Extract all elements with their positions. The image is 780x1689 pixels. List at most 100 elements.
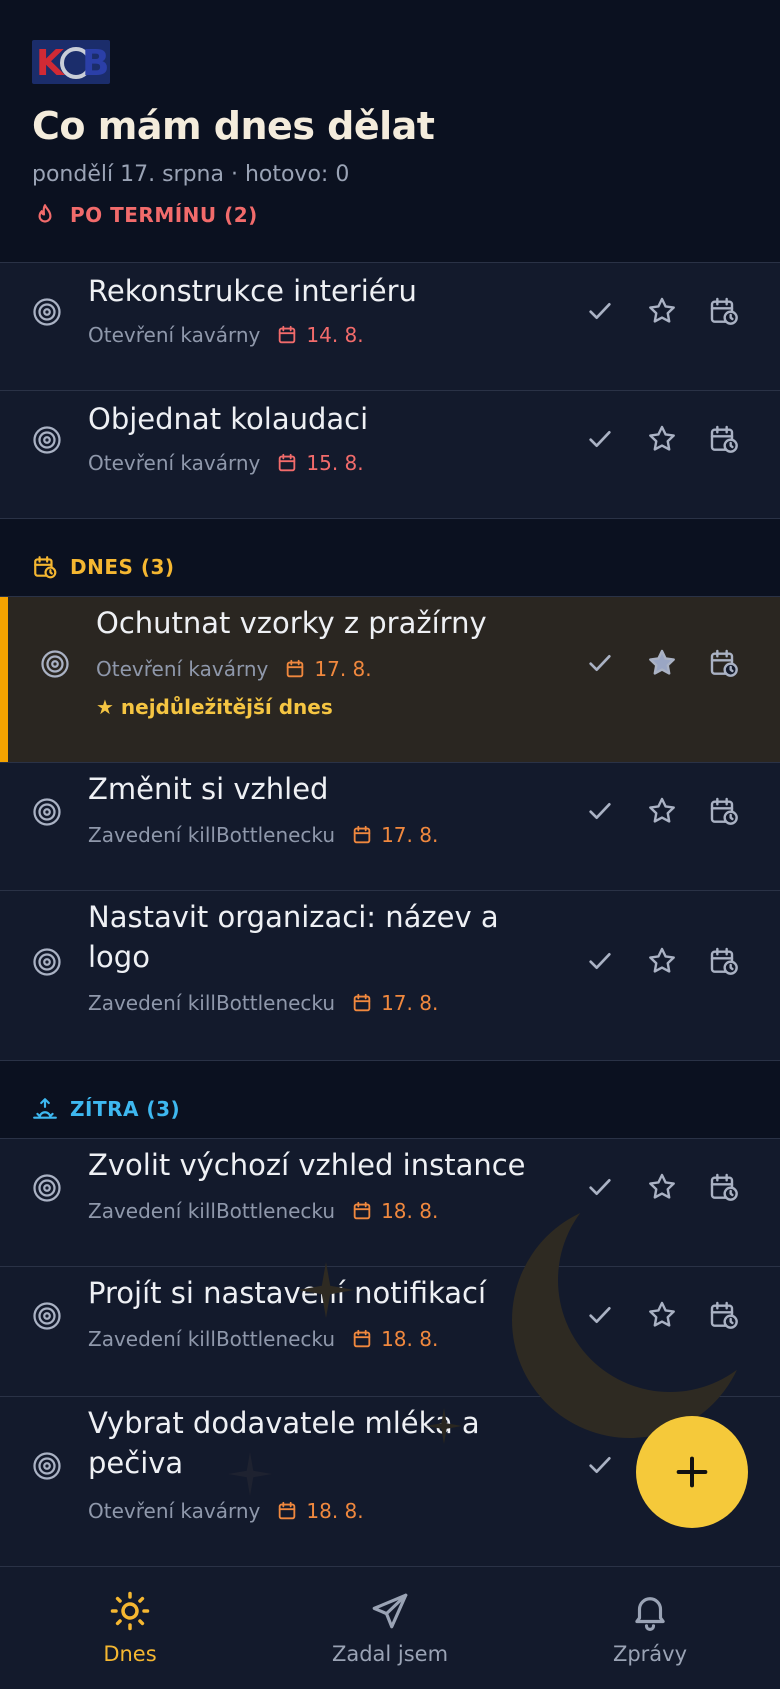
task-row[interactable]: Projít si nastavení notifikací Zavedení … <box>0 1266 780 1397</box>
task-date: 17. 8. <box>351 991 438 1015</box>
priority-note: ★ nejdůležitější dnes <box>96 695 333 719</box>
calendar-clock-icon <box>710 797 738 825</box>
calendar-clock-icon <box>710 425 738 453</box>
task-title[interactable]: Ochutnat vzorky z pražírny <box>96 603 546 643</box>
task-actions <box>584 423 740 455</box>
target-icon <box>32 425 62 455</box>
target-icon <box>32 1301 62 1331</box>
section-header-tomorrow: ZÍTRA (3) <box>32 1096 180 1122</box>
reschedule-button[interactable] <box>708 1299 740 1331</box>
star-button[interactable] <box>646 647 678 679</box>
calendar-icon <box>279 453 296 472</box>
check-icon <box>589 1179 611 1195</box>
reschedule-button[interactable] <box>708 647 740 679</box>
send-icon <box>372 1593 408 1629</box>
check-icon <box>589 431 611 447</box>
bottom-navigation: Dnes Zadal jsem Zprávy <box>0 1566 780 1689</box>
target-icon <box>32 1451 62 1481</box>
sun-icon <box>110 1591 150 1631</box>
task-row[interactable]: Změnit si vzhled Zavedení killBottleneck… <box>0 762 780 891</box>
task-title[interactable]: Nastavit organizaci: název a logo <box>88 897 538 977</box>
task-row[interactable]: Ochutnat vzorky z pražírny Otevření kavá… <box>0 596 780 763</box>
complete-button[interactable] <box>584 423 616 455</box>
task-date: 18. 8. <box>351 1327 438 1351</box>
reschedule-button[interactable] <box>708 1171 740 1203</box>
reschedule-button[interactable] <box>708 945 740 977</box>
star-button[interactable] <box>646 1299 678 1331</box>
target-icon <box>33 798 61 826</box>
calendar-clock-icon <box>710 649 738 677</box>
task-row[interactable]: Rekonstrukce interiéru Otevření kavárny … <box>0 262 780 391</box>
fire-icon <box>38 204 52 223</box>
target-icon <box>33 948 61 976</box>
section-divider <box>0 1060 780 1061</box>
check-icon <box>589 803 611 819</box>
check-icon <box>589 1457 611 1473</box>
calendar-icon <box>353 1201 371 1220</box>
app-logo: K B <box>32 40 110 84</box>
reschedule-button[interactable] <box>708 295 740 327</box>
task-project: Otevření kavárny <box>88 1499 261 1523</box>
bell-icon <box>635 1597 665 1631</box>
target-icon <box>33 298 61 326</box>
task-title[interactable]: Objednat kolaudaci <box>88 399 538 439</box>
star-icon <box>649 425 675 451</box>
star-button[interactable] <box>646 423 678 455</box>
task-actions <box>584 295 740 327</box>
task-meta: Zavedení killBottlenecku 17. 8. <box>88 823 438 847</box>
target-icon <box>40 649 70 679</box>
target-icon <box>33 1452 61 1480</box>
task-meta: Zavedení killBottlenecku 18. 8. <box>88 1327 438 1351</box>
complete-button[interactable] <box>584 795 616 827</box>
task-title[interactable]: Rekonstrukce interiéru <box>88 271 538 311</box>
target-icon <box>33 426 61 454</box>
calendar-clock-icon <box>34 556 57 579</box>
complete-button[interactable] <box>584 1171 616 1203</box>
task-project: Zavedení killBottlenecku <box>88 1327 336 1351</box>
calendar-clock-icon <box>710 1301 738 1329</box>
task-row[interactable]: Nastavit organizaci: název a logo Zavede… <box>0 890 780 1061</box>
task-title[interactable]: Zvolit výchozí vzhled instance <box>88 1145 538 1185</box>
task-project: Otevření kavárny <box>88 451 261 475</box>
add-task-button[interactable] <box>636 1416 748 1528</box>
star-button[interactable] <box>646 945 678 977</box>
complete-button[interactable] <box>584 945 616 977</box>
star-button[interactable] <box>646 795 678 827</box>
task-actions <box>584 795 740 827</box>
nav-messages[interactable]: Zprávy <box>520 1567 780 1689</box>
complete-button[interactable] <box>584 1449 616 1481</box>
task-date: 15. 8. <box>276 451 364 475</box>
section-header-today: DNES (3) <box>32 554 175 580</box>
task-date: 14. 8. <box>276 323 364 347</box>
calendar-icon <box>287 659 304 678</box>
complete-button[interactable] <box>584 295 616 327</box>
star-button[interactable] <box>646 1171 678 1203</box>
task-title[interactable]: Vybrat dodavatele mléka a pečiva <box>88 1403 538 1483</box>
task-date: 18. 8. <box>351 1199 438 1223</box>
reschedule-button[interactable] <box>708 423 740 455</box>
complete-button[interactable] <box>584 647 616 679</box>
task-actions <box>584 1299 740 1331</box>
page-title: Co mám dnes dělat <box>32 104 435 148</box>
task-row[interactable]: Zvolit výchozí vzhled instance Zavedení … <box>0 1138 780 1267</box>
reschedule-button[interactable] <box>708 795 740 827</box>
check-icon <box>589 953 611 969</box>
task-actions <box>584 647 740 679</box>
star-icon <box>649 797 675 823</box>
target-icon <box>32 1173 62 1203</box>
star-button[interactable] <box>646 295 678 327</box>
calendar-icon <box>353 993 371 1012</box>
task-row[interactable]: Objednat kolaudaci Otevření kavárny 15. … <box>0 390 780 519</box>
complete-button[interactable] <box>584 1299 616 1331</box>
calendar-icon <box>353 1329 371 1348</box>
target-icon <box>32 297 62 327</box>
calendar-icon <box>279 325 296 344</box>
calendar-clock-icon <box>710 1173 738 1201</box>
task-date: 17. 8. <box>351 823 438 847</box>
nav-today[interactable]: Dnes <box>0 1567 260 1689</box>
target-icon <box>32 797 62 827</box>
task-title[interactable]: Změnit si vzhled <box>88 769 538 809</box>
task-meta: Otevření kavárny 15. 8. <box>88 451 364 475</box>
target-icon <box>41 650 69 678</box>
nav-assigned[interactable]: Zadal jsem <box>260 1567 520 1689</box>
